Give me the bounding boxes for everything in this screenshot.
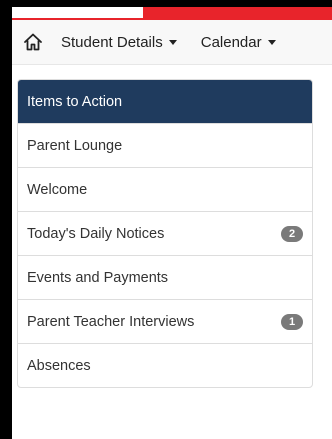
chevron-down-icon	[267, 39, 276, 45]
menu-item-label: Items to Action	[27, 93, 123, 110]
menu-item-daily-notices[interactable]: Today's Daily Notices 2	[18, 211, 312, 255]
home-icon-svg	[24, 33, 42, 51]
top-navbar: Student Details Calendar	[12, 20, 332, 65]
menu-item-parent-teacher-interviews[interactable]: Parent Teacher Interviews 1	[18, 299, 312, 343]
menu-item-parent-lounge[interactable]: Parent Lounge	[18, 123, 312, 167]
accent-bar-red	[143, 7, 332, 20]
app-frame: Student Details Calendar Items to Action…	[12, 7, 332, 439]
top-accent-bar	[12, 7, 332, 20]
count-badge: 1	[281, 313, 303, 330]
menu-item-label: Welcome	[27, 181, 88, 198]
menu-item-events-payments[interactable]: Events and Payments	[18, 255, 312, 299]
nav-student-details-label: Student Details	[61, 33, 163, 51]
chevron-down-icon	[168, 39, 177, 45]
count-badge: 2	[281, 225, 303, 242]
menu-item-label: Absences	[27, 357, 91, 374]
menu-item-welcome[interactable]: Welcome	[18, 167, 312, 211]
menu-item-absences[interactable]: Absences	[18, 343, 312, 387]
nav-student-details[interactable]: Student Details	[61, 34, 177, 51]
home-icon[interactable]	[21, 30, 45, 54]
menu-item-label: Parent Lounge	[27, 137, 123, 154]
menu-item-label: Parent Teacher Interviews	[27, 313, 195, 330]
menu-item-items-to-action[interactable]: Items to Action	[18, 80, 312, 123]
nav-calendar[interactable]: Calendar	[201, 34, 276, 51]
sidebar-menu: Items to Action Parent Lounge Welcome To…	[17, 79, 313, 388]
nav-calendar-label: Calendar	[200, 33, 262, 51]
menu-item-label: Today's Daily Notices	[27, 225, 165, 242]
menu-item-label: Events and Payments	[27, 269, 169, 286]
